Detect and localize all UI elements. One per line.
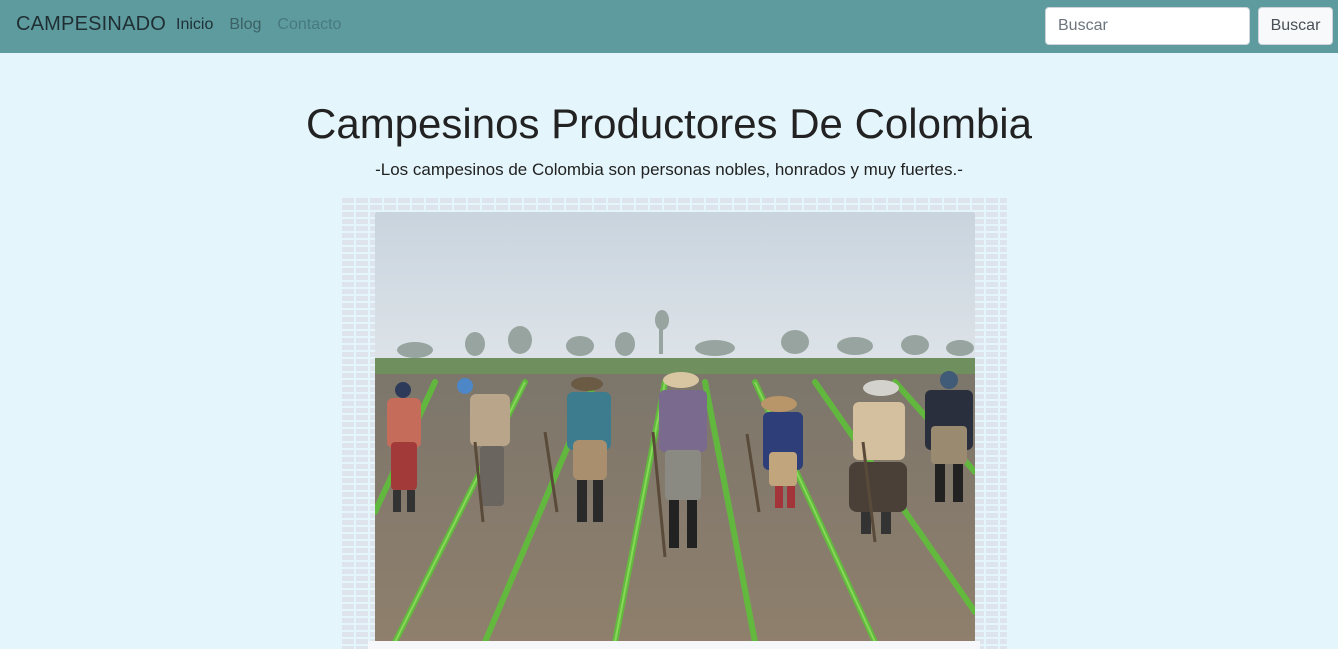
farmers-field-photo (375, 212, 975, 642)
nav-link-inicio[interactable]: Inicio (176, 16, 213, 34)
search-input[interactable] (1045, 7, 1250, 45)
nav-link-contacto: Contacto (277, 16, 342, 33)
page-subtitle: -Los campesinos de Colombia son personas… (375, 160, 963, 179)
nav-links: Inicio Blog Contacto (176, 16, 341, 34)
page-title: Campesinos Productores De Colombia (306, 100, 1032, 147)
brand-logo-link[interactable]: CAMPESINADO (16, 13, 166, 36)
search-button[interactable]: Buscar (1258, 7, 1333, 45)
photo-caption (368, 641, 980, 649)
navbar: CAMPESINADO Inicio Blog Contacto Buscar (0, 0, 1338, 53)
farmers-field-illustration (375, 212, 975, 642)
nav-link-blog[interactable]: Blog (229, 16, 261, 34)
